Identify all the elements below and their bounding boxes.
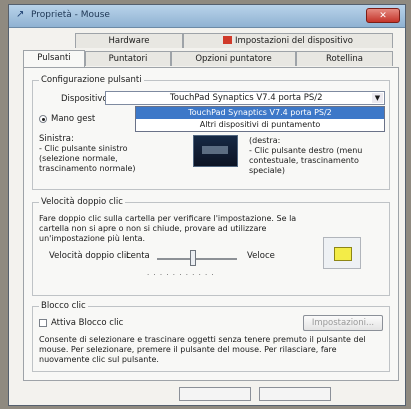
close-button[interactable]: ✕ <box>366 8 400 23</box>
folder-icon <box>334 247 352 261</box>
right-description: (destra: - Clic pulsante destro (menu co… <box>249 136 363 175</box>
hand-label: Mano gest <box>51 114 96 124</box>
tab-pointer-options-label: Opzioni puntatore <box>195 54 272 64</box>
double-click-description: Fare doppio clic sulla cartella per veri… <box>39 214 297 243</box>
test-folder-button[interactable] <box>323 237 361 269</box>
hand-radio-button[interactable] <box>39 115 47 123</box>
click-lock-checkbox[interactable] <box>39 319 47 327</box>
mouse-properties-window: ↗ Proprietà - Mouse ✕ Hardware Impostazi… <box>8 4 406 406</box>
buttons-tab-page: Configurazione pulsanti Dispositivo: Tou… <box>23 67 399 381</box>
device-select[interactable]: TouchPad Synaptics V7.4 porta PS/2 ▼ <box>105 91 385 105</box>
chevron-down-icon[interactable]: ▼ <box>372 93 383 103</box>
click-lock-group: Blocco clic Attiva Blocco clic Impostazi… <box>32 301 390 372</box>
tab-wheel-label: Rotellina <box>326 54 363 64</box>
slow-label: Lenta <box>126 251 150 261</box>
click-lock-settings-label: Impostazioni... <box>311 318 375 328</box>
tab-device-settings-label: Impostazioni del dispositivo <box>234 36 353 46</box>
dropdown-option-touchpad[interactable]: TouchPad Synaptics V7.4 porta PS/2 <box>136 107 384 119</box>
double-click-group: Velocità doppio clic Fare doppio clic su… <box>32 197 390 296</box>
speed-slider-ticks: . . . . . . . . . . . <box>147 269 215 277</box>
device-settings-icon <box>222 36 232 44</box>
click-lock-description: Consente di selezionare e trascinare ogg… <box>39 335 366 364</box>
button-config-group: Configurazione pulsanti Dispositivo: Tou… <box>32 75 390 190</box>
speed-label: Velocità doppio clic <box>49 251 131 261</box>
mouse-icon: ↗ <box>16 9 25 20</box>
button-config-label: Configurazione pulsanti <box>39 75 144 85</box>
device-select-value: TouchPad Synaptics V7.4 porta PS/2 <box>170 93 323 103</box>
cancel-button[interactable] <box>259 387 331 401</box>
tab-pointers-label: Puntatori <box>108 54 148 64</box>
tab-wheel[interactable]: Rotellina <box>296 51 393 66</box>
double-click-label: Velocità doppio clic <box>39 197 125 207</box>
touchpad-preview-image <box>193 135 238 167</box>
tab-buttons[interactable]: Pulsanti <box>23 50 85 67</box>
tab-hardware-label: Hardware <box>108 36 150 46</box>
title-bar[interactable]: ↗ Proprietà - Mouse ✕ <box>9 5 405 28</box>
dropdown-option-other-devices[interactable]: Altri dispositivi di puntamento <box>136 119 384 131</box>
speed-slider-track[interactable] <box>157 258 237 260</box>
click-lock-settings-button[interactable]: Impostazioni... <box>303 315 383 331</box>
tab-device-settings[interactable]: Impostazioni del dispositivo <box>183 33 393 48</box>
device-dropdown-list: TouchPad Synaptics V7.4 porta PS/2 Altri… <box>135 106 385 132</box>
ok-button[interactable] <box>179 387 251 401</box>
left-description: - Clic pulsante sinistro (selezione norm… <box>39 144 136 173</box>
click-lock-label: Blocco clic <box>39 301 88 311</box>
tab-pointers[interactable]: Puntatori <box>85 51 171 66</box>
tab-hardware[interactable]: Hardware <box>75 33 183 48</box>
window-title: Proprietà - Mouse <box>31 10 110 20</box>
left-heading: Sinistra: <box>39 134 74 144</box>
fast-label: Veloce <box>247 251 275 261</box>
speed-slider-thumb[interactable] <box>190 250 196 266</box>
click-lock-checkbox-label: Attiva Blocco clic <box>51 318 124 328</box>
tab-pointer-options[interactable]: Opzioni puntatore <box>171 51 296 66</box>
device-label: Dispositivo: <box>61 94 111 104</box>
tab-buttons-label: Pulsanti <box>37 53 71 63</box>
